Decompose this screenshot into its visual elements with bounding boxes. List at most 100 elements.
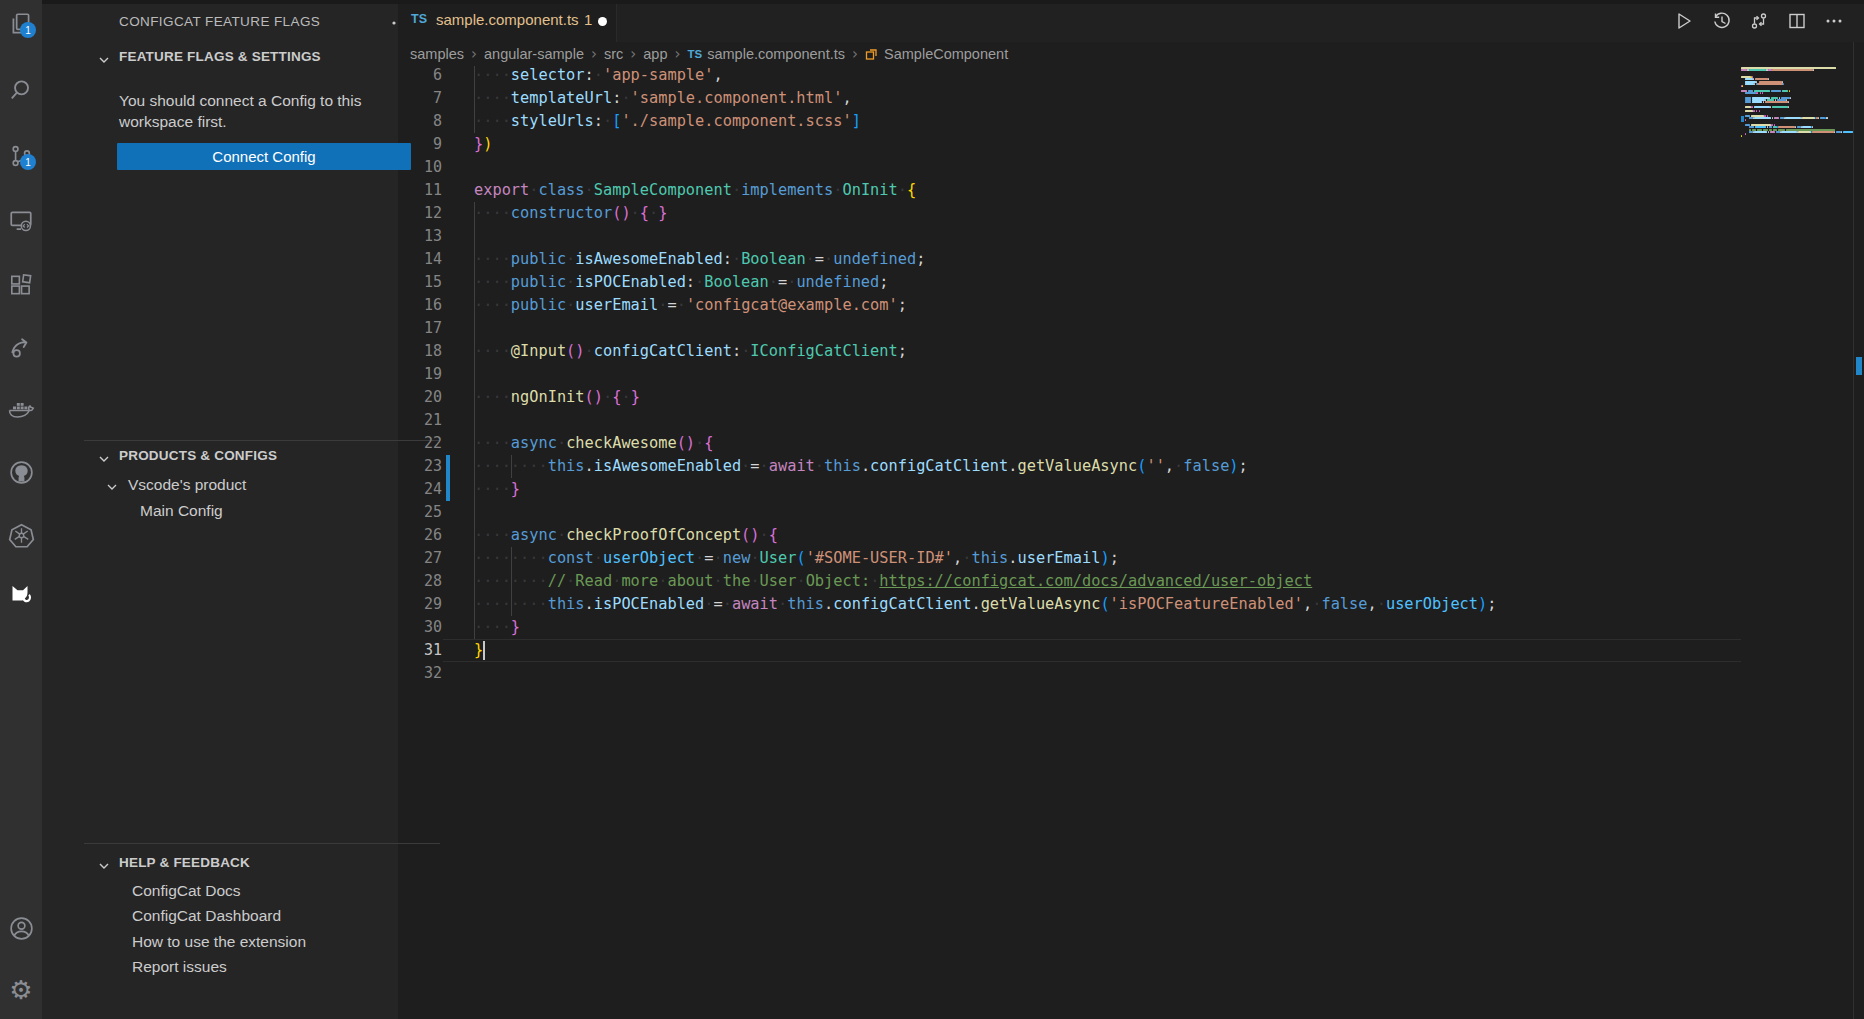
code-line[interactable]: 29········this.isPOCEnabled·=·await·this… (398, 593, 1741, 616)
line-number[interactable]: 24 (398, 478, 442, 501)
split-editor-icon[interactable] (1786, 10, 1808, 32)
line-number[interactable]: 18 (398, 340, 442, 363)
code-line[interactable]: 26····async·checkProofOfConcept()·{ (398, 524, 1741, 547)
line-number[interactable]: 32 (398, 662, 442, 685)
code-line[interactable]: 21 (398, 409, 1741, 432)
run-icon[interactable] (1673, 10, 1695, 32)
line-number[interactable]: 13 (398, 225, 442, 248)
github-icon[interactable] (0, 448, 42, 496)
extensions-icon[interactable] (0, 261, 42, 309)
code-line[interactable]: 11export·class·SampleComponent·implement… (398, 179, 1741, 202)
line-number[interactable]: 14 (398, 248, 442, 271)
tree-item-config[interactable]: Main Config (140, 502, 223, 520)
code-line[interactable]: 24 ····} (398, 478, 1741, 501)
code-line[interactable]: 12····constructor()·{·} (398, 202, 1741, 225)
code-line[interactable]: 30····} (398, 616, 1741, 639)
connect-config-button[interactable]: Connect Config (117, 143, 411, 170)
swap-arrows-icon[interactable] (1748, 10, 1770, 32)
code-line[interactable]: 27········const·userObject·=·new·User('#… (398, 547, 1741, 570)
line-number[interactable]: 6 (398, 66, 442, 87)
code-line[interactable]: 9}) (398, 133, 1741, 156)
code-line[interactable]: 23········this.isAwesomeEnabled·=·await·… (398, 455, 1741, 478)
search-icon[interactable] (0, 66, 42, 114)
tree-item-product[interactable]: Vscode's product (128, 476, 246, 494)
line-number[interactable]: 19 (398, 363, 442, 386)
minimap-line (1778, 126, 1794, 128)
code-text: ····} (474, 478, 520, 501)
breadcrumb-item[interactable]: app (643, 46, 667, 62)
code-line[interactable]: 20····ngOnInit()·{·} (398, 386, 1741, 409)
line-number[interactable]: 21 (398, 409, 442, 432)
line-number[interactable]: 22 (398, 432, 442, 455)
code-line[interactable]: 22····async·checkAwesome()·{ (398, 432, 1741, 455)
source-control-icon[interactable]: 1 (0, 132, 42, 180)
tab-sample-component[interactable]: TS sample.component.ts 1 (398, 0, 617, 42)
line-number[interactable]: 12 (398, 202, 442, 225)
section-header-products[interactable]: PRODUCTS & CONFIGS (119, 448, 277, 463)
minimap[interactable] (1741, 66, 1854, 161)
help-link[interactable]: Report issues (132, 958, 412, 983)
line-number[interactable]: 17 (398, 317, 442, 340)
line-number[interactable]: 30 (398, 616, 442, 639)
line-number[interactable]: 15 (398, 271, 442, 294)
code-line[interactable]: 16····public·userEmail·=·'configcat@exam… (398, 294, 1741, 317)
line-number[interactable]: 25 (398, 501, 442, 524)
line-number[interactable]: 20 (398, 386, 442, 409)
code-line[interactable]: 18····@Input()·configCatClient:·IConfigC… (398, 340, 1741, 363)
code-line[interactable]: 10 (398, 156, 1741, 179)
breadcrumb-item[interactable]: angular-sample (484, 46, 584, 62)
dirty-indicator-icon[interactable] (598, 17, 607, 26)
line-number[interactable]: 10 (398, 156, 442, 179)
code-line[interactable]: 32 (398, 662, 1741, 685)
minimap-line (1754, 117, 1770, 119)
section-header-help[interactable]: HELP & FEEDBACK (119, 855, 250, 870)
line-number[interactable]: 31 (398, 639, 442, 662)
docker-icon[interactable] (0, 386, 42, 434)
help-link[interactable]: ConfigCat Docs (132, 882, 412, 907)
configcat-icon[interactable] (0, 568, 42, 616)
settings-gear-icon[interactable]: ⚙ (0, 966, 42, 1014)
code-text: }) (474, 133, 492, 156)
line-number[interactable]: 8 (398, 110, 442, 133)
line-number[interactable]: 9 (398, 133, 442, 156)
help-link[interactable]: How to use the extension (132, 933, 412, 958)
explorer-copy-icon[interactable]: 1 (0, 0, 42, 48)
code-line[interactable]: 7 ····templateUrl:·'sample.component.html… (398, 87, 1741, 110)
line-number[interactable]: 11 (398, 179, 442, 202)
code-line[interactable]: 13 (398, 225, 1741, 248)
code-line[interactable]: 17 (398, 317, 1741, 340)
code-line[interactable]: 31} (398, 639, 1741, 662)
code-line[interactable]: 25 (398, 501, 1741, 524)
accounts-icon[interactable] (0, 904, 42, 952)
line-number[interactable]: 29 (398, 593, 442, 616)
chevron-down-icon (98, 451, 110, 469)
code-line[interactable]: 14····public·isAwesomeEnabled:·Boolean·=… (398, 248, 1741, 271)
line-number[interactable]: 27 (398, 547, 442, 570)
code-text: ····templateUrl:·'sample.component.html'… (474, 87, 852, 110)
line-number[interactable]: 23 (398, 455, 442, 478)
code-editor[interactable]: 6····selector:·'app-sample',7 ····templat… (398, 66, 1741, 1019)
code-line[interactable]: 6····selector:·'app-sample', (398, 66, 1741, 87)
code-line[interactable]: 28 ········//·Read·more·about·the·User·Ob… (398, 570, 1741, 593)
line-number[interactable]: 26 (398, 524, 442, 547)
more-actions-icon[interactable] (1823, 10, 1845, 32)
timeline-icon[interactable] (1711, 10, 1733, 32)
line-number[interactable]: 28 (398, 570, 442, 593)
code-line[interactable]: 15····public·isPOCEnabled:·Boolean·=·und… (398, 271, 1741, 294)
help-link[interactable]: ConfigCat Dashboard (132, 907, 412, 932)
section-header-feature-flags[interactable]: FEATURE FLAGS & SETTINGS (119, 49, 321, 64)
code-text: ········//·Read·more·about·the·User·Obje… (474, 570, 1312, 593)
breadcrumb-item[interactable]: samples (410, 46, 464, 62)
breadcrumb-item[interactable]: src (604, 46, 623, 62)
code-line[interactable]: 8····styleUrls:·['./sample.component.scs… (398, 110, 1741, 133)
indent-guide (474, 501, 475, 524)
minimap-line (1749, 69, 1765, 71)
code-line[interactable]: 19 (398, 363, 1741, 386)
breadcrumb-item[interactable]: sample.component.ts (707, 46, 845, 62)
remote-explorer-icon[interactable] (0, 197, 42, 245)
line-number[interactable]: 7 (398, 87, 442, 110)
live-share-icon[interactable] (0, 324, 42, 372)
kubernetes-icon[interactable] (0, 511, 42, 559)
breadcrumb-item[interactable]: SampleComponent (884, 46, 1008, 62)
line-number[interactable]: 16 (398, 294, 442, 317)
